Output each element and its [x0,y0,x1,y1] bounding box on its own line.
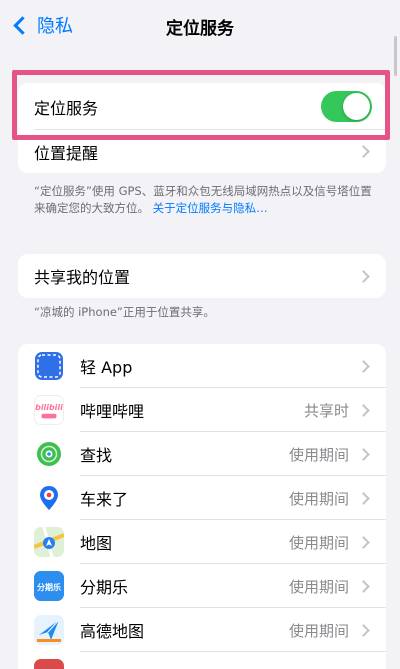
app-name: 高德地图 [80,622,145,641]
app-row[interactable]: 查找 使用期间 [18,432,386,476]
app-status: 使用期间 [288,533,349,552]
location-settings-group: 定位服务 位置提醒 [18,83,386,173]
app-status: 使用期间 [288,621,349,640]
maps-icon [34,527,64,557]
page-title: 定位服务 [166,18,234,39]
app-status: 使用期间 [288,489,349,508]
app-row[interactable]: bilibili 哔哩哔哩 共享时 [18,388,386,432]
chevron-right-icon [357,403,370,417]
app-row[interactable]: 车来了 使用期间 [18,476,386,520]
find-my-icon [34,439,64,469]
app-list-group: 轻 App bilibili 哔哩哔哩 共享时 查找 使用期间 车来了 使用期间… [18,344,386,669]
bilibili-logo-text: bilibili [35,403,63,412]
back-button[interactable]: 隐私 [10,12,73,38]
location-alerts-row[interactable]: 位置提醒 [18,130,386,173]
app-name: 哔哩哔哩 [80,402,145,421]
scroll-indicator[interactable] [394,36,397,76]
app-row[interactable]: 轻 App [18,344,386,388]
share-location-group: 共享我的位置 [18,254,386,298]
chelaile-icon [34,483,64,513]
location-alerts-label: 位置提醒 [34,143,99,163]
app-row-partial[interactable] [18,652,386,669]
app-row[interactable]: 分期乐 分期乐 使用期间 [18,564,386,608]
chevron-right-icon [357,447,370,461]
privacy-link[interactable]: 关于定位服务与隐私… [153,201,268,215]
toggle-knob [343,93,370,120]
app-status: 使用期间 [288,577,349,596]
app-name: 分期乐 [80,578,129,597]
location-services-row: 定位服务 [18,83,386,130]
share-location-label: 共享我的位置 [34,268,131,287]
fenqile-icon: 分期乐 [34,571,64,601]
chevron-left-icon [13,15,32,35]
location-services-toggle[interactable] [321,91,372,122]
app-name: 查找 [80,446,113,465]
back-label: 隐私 [37,16,73,37]
nav-bar: 隐私 定位服务 [0,0,400,52]
app-row[interactable]: 高德地图 使用期间 [18,608,386,652]
bilibili-icon: bilibili [34,395,64,425]
share-location-row[interactable]: 共享我的位置 [18,254,386,298]
chevron-right-icon [357,359,370,373]
location-footnote: “定位服务”使用 GPS、蓝牙和众包无线局域网热点以及信号塔位置来确定您的大致方… [34,183,374,217]
amap-icon [34,615,64,645]
light-app-icon [34,351,64,381]
app-icon [34,659,64,669]
chevron-right-icon [357,623,370,637]
app-name: 地图 [80,534,113,553]
app-name: 车来了 [80,490,129,509]
chevron-right-icon [357,535,370,549]
location-services-label: 定位服务 [34,98,99,118]
chevron-right-icon [357,269,370,283]
app-name: 轻 App [80,358,133,377]
chevron-right-icon [357,579,370,593]
chevron-right-icon [357,145,370,158]
fenqile-logo-text: 分期乐 [37,582,61,592]
app-status: 使用期间 [288,445,349,464]
share-footnote: “凉城的 iPhone”正用于位置共享。 [34,305,215,319]
chevron-right-icon [357,491,370,505]
app-row[interactable]: 地图 使用期间 [18,520,386,564]
app-status: 共享时 [303,401,349,420]
